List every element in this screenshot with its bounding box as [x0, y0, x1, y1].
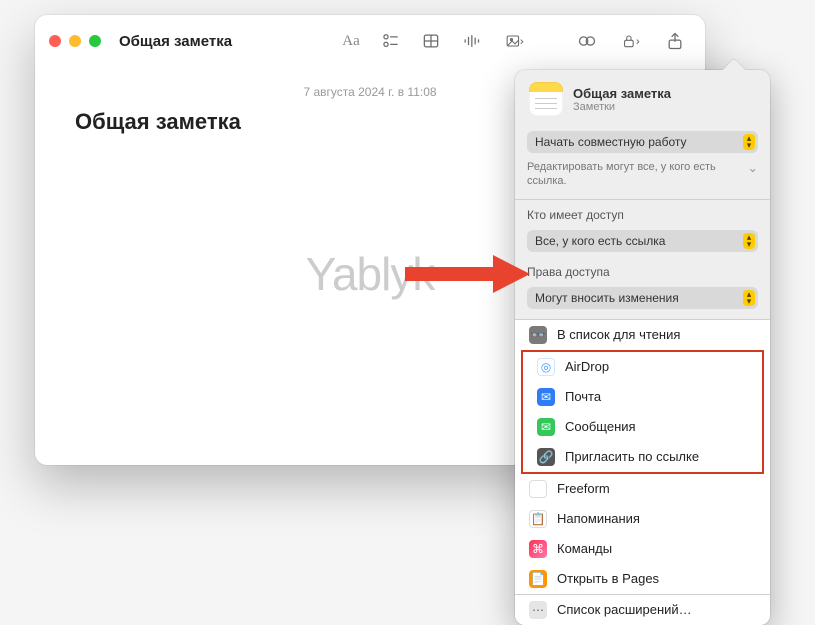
freeform-icon: 🖊	[529, 480, 547, 498]
chevron-updown-icon: ▴▾	[744, 135, 754, 149]
table-icon	[421, 31, 441, 51]
mail-icon: ✉	[537, 388, 555, 406]
share-item-label: Пригласить по ссылке	[565, 449, 699, 464]
reminders-icon: 📋	[529, 510, 547, 528]
audio-button[interactable]	[455, 27, 487, 55]
share-item-label: Открыть в Pages	[557, 571, 659, 586]
share-icon	[665, 31, 685, 51]
share-extensions[interactable]: ⋯ Список расширений…	[515, 595, 770, 625]
annotation-arrow	[405, 255, 530, 293]
annotation-highlight: ◎ AirDrop ✉ Почта ✉ Сообщения 🔗 Пригласи…	[521, 350, 764, 474]
collaboration-mode-label: Начать совместную работу	[535, 135, 687, 149]
glasses-icon: 👓	[529, 326, 547, 344]
waveform-icon	[461, 31, 481, 51]
collaboration-description: Редактировать могут все, у кого есть ссы…	[527, 160, 742, 189]
share-button[interactable]	[659, 27, 691, 55]
share-destinations: 👓 В список для чтения ◎ AirDrop ✉ Почта …	[515, 320, 770, 625]
share-pages[interactable]: 📄 Открыть в Pages	[515, 564, 770, 594]
airdrop-icon: ◎	[537, 358, 555, 376]
share-title: Общая заметка	[573, 86, 671, 101]
share-reading-list[interactable]: 👓 В список для чтения	[515, 320, 770, 350]
messages-icon: ✉	[537, 418, 555, 436]
share-item-label: Напоминания	[557, 511, 640, 526]
zoom-window-button[interactable]	[89, 35, 101, 47]
permissions-select[interactable]: Могут вносить изменения ▴▾	[527, 287, 758, 309]
permissions-value: Могут вносить изменения	[535, 291, 679, 305]
share-airdrop[interactable]: ◎ AirDrop	[523, 352, 762, 382]
share-reminders[interactable]: 📋 Напоминания	[515, 504, 770, 534]
lock-icon	[621, 31, 641, 51]
share-item-label: Freeform	[557, 481, 610, 496]
chevron-updown-icon: ▴▾	[744, 234, 754, 248]
share-mail[interactable]: ✉ Почта	[523, 382, 762, 412]
toolbar: Общая заметка Aa	[35, 15, 705, 67]
share-messages[interactable]: ✉ Сообщения	[523, 412, 762, 442]
access-value: Все, у кого есть ссылка	[535, 234, 665, 248]
format-button[interactable]: Aa	[335, 27, 367, 55]
link-icon	[577, 31, 597, 51]
link-icon: 🔗	[537, 448, 555, 466]
access-select[interactable]: Все, у кого есть ссылка ▴▾	[527, 230, 758, 252]
popover-header: Общая заметка Заметки	[515, 70, 770, 126]
share-item-label: Сообщения	[565, 419, 636, 434]
table-button[interactable]	[415, 27, 447, 55]
permissions-label: Права доступа	[515, 257, 770, 282]
minimize-window-button[interactable]	[69, 35, 81, 47]
traffic-lights	[49, 35, 101, 47]
close-window-button[interactable]	[49, 35, 61, 47]
pages-icon: 📄	[529, 570, 547, 588]
access-label: Кто имеет доступ	[515, 200, 770, 225]
checklist-icon	[381, 31, 401, 51]
share-app-name: Заметки	[573, 101, 671, 113]
media-button[interactable]	[495, 27, 535, 55]
lock-button[interactable]	[611, 27, 651, 55]
shortcuts-icon: ⌘	[529, 540, 547, 558]
notes-app-icon	[529, 82, 563, 116]
more-icon: ⋯	[529, 601, 547, 619]
share-shortcuts[interactable]: ⌘ Команды	[515, 534, 770, 564]
share-item-label: Список расширений…	[557, 602, 692, 617]
share-item-label: В список для чтения	[557, 327, 680, 342]
collaboration-mode-select[interactable]: Начать совместную работу ▴▾	[527, 131, 758, 153]
share-popover: Общая заметка Заметки Начать совместную …	[515, 70, 770, 625]
share-freeform[interactable]: 🖊 Freeform	[515, 474, 770, 504]
window-title: Общая заметка	[119, 33, 232, 50]
share-item-label: Команды	[557, 541, 612, 556]
chevron-down-icon[interactable]: ⌄	[748, 160, 758, 175]
share-invite-link[interactable]: 🔗 Пригласить по ссылке	[523, 442, 762, 472]
share-item-label: Почта	[565, 389, 601, 404]
photo-icon	[505, 31, 525, 51]
checklist-button[interactable]	[375, 27, 407, 55]
chevron-updown-icon: ▴▾	[744, 291, 754, 305]
link-button[interactable]	[571, 27, 603, 55]
share-item-label: AirDrop	[565, 359, 609, 374]
